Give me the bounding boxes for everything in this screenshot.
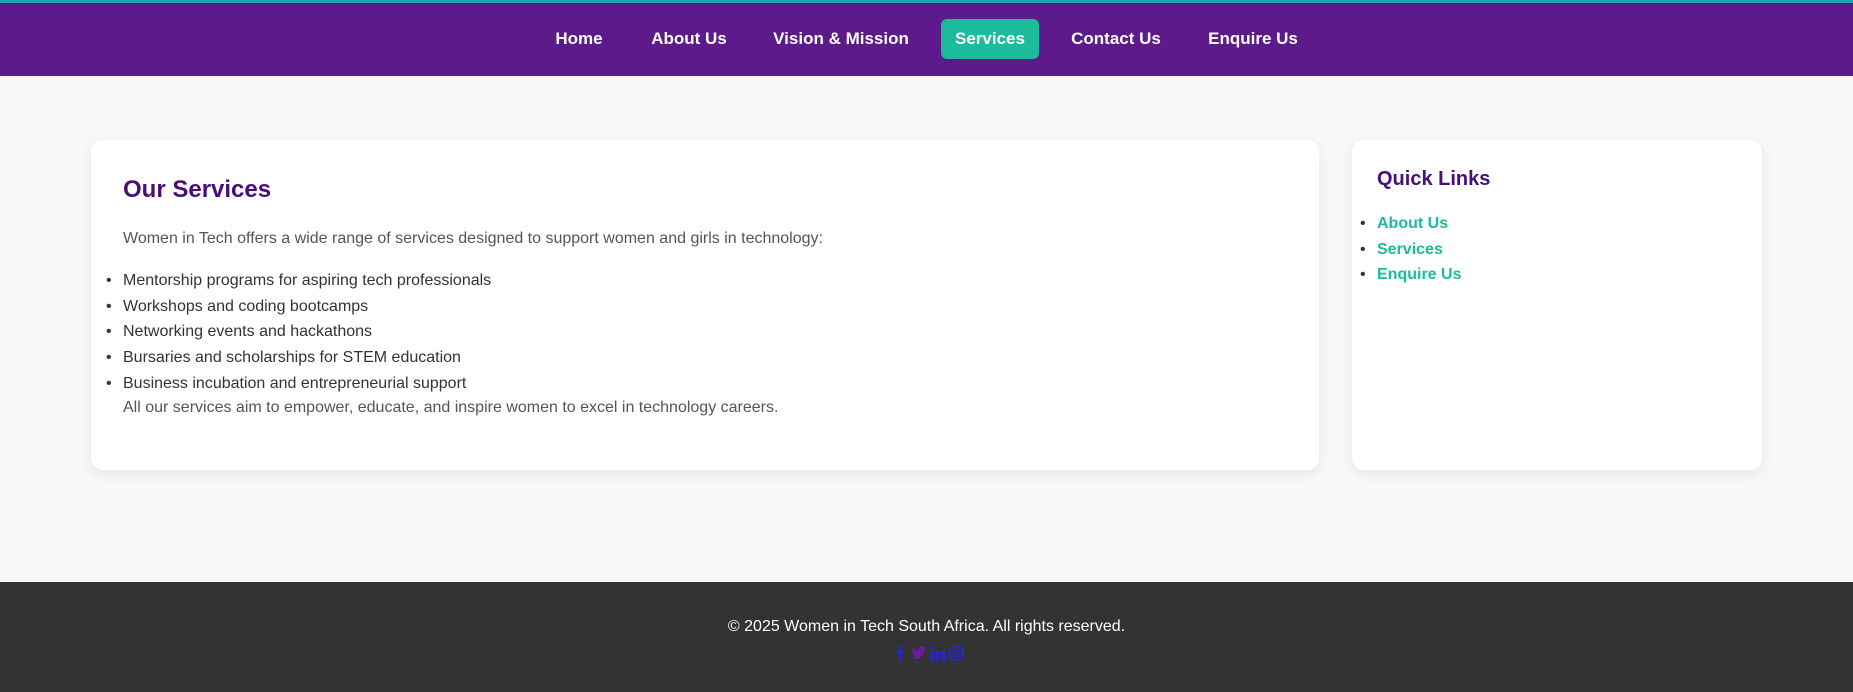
nav-about-us[interactable]: About Us	[647, 19, 731, 59]
list-item: Bursaries and scholarships for STEM educ…	[106, 348, 491, 374]
services-card: Our Services Women in Tech offers a wide…	[91, 140, 1319, 470]
quick-link-item: About Us	[1360, 214, 1461, 240]
services-outro: All our services aim to empower, educate…	[123, 399, 779, 416]
copyright-text: © 2025 Women in Tech South Africa. All r…	[727, 618, 1126, 635]
list-item: Business incubation and entrepreneurial …	[106, 374, 491, 400]
quick-links-list: About Us Services Enquire Us	[1360, 214, 1462, 291]
instagram-icon[interactable]	[948, 644, 965, 662]
quick-link-item: Enquire Us	[1360, 265, 1462, 291]
page-title: Our Services	[123, 176, 272, 203]
twitter-icon[interactable]	[910, 644, 927, 662]
quick-link-about-us[interactable]: About Us	[1377, 215, 1448, 232]
services-list: Mentorship programs for aspiring tech pr…	[106, 271, 491, 400]
social-links	[891, 643, 965, 663]
nav-vision-mission[interactable]: Vision & Mission	[770, 19, 912, 59]
list-item: Mentorship programs for aspiring tech pr…	[106, 271, 491, 297]
quick-link-enquire-us[interactable]: Enquire Us	[1377, 266, 1461, 283]
services-intro: Women in Tech offers a wide range of ser…	[123, 230, 823, 247]
quick-links-title: Quick Links	[1377, 168, 1491, 190]
nav-contact-us[interactable]: Contact Us	[1068, 19, 1164, 59]
list-item: Networking events and hackathons	[106, 322, 491, 348]
nav-services[interactable]: Services	[941, 19, 1039, 59]
nav-home[interactable]: Home	[549, 19, 609, 59]
list-item: Workshops and coding bootcamps	[106, 297, 491, 323]
quick-link-item: Services	[1360, 240, 1461, 266]
nav-enquire-us[interactable]: Enquire Us	[1203, 19, 1303, 59]
main-nav: Home About Us Vision & Mission Services …	[0, 3, 1853, 76]
footer: © 2025 Women in Tech South Africa. All r…	[0, 582, 1853, 692]
facebook-icon[interactable]	[891, 644, 908, 662]
quick-links-card: Quick Links About Us Services Enquire Us	[1352, 140, 1762, 470]
linkedin-icon[interactable]	[929, 644, 946, 662]
quick-link-services[interactable]: Services	[1377, 241, 1443, 258]
